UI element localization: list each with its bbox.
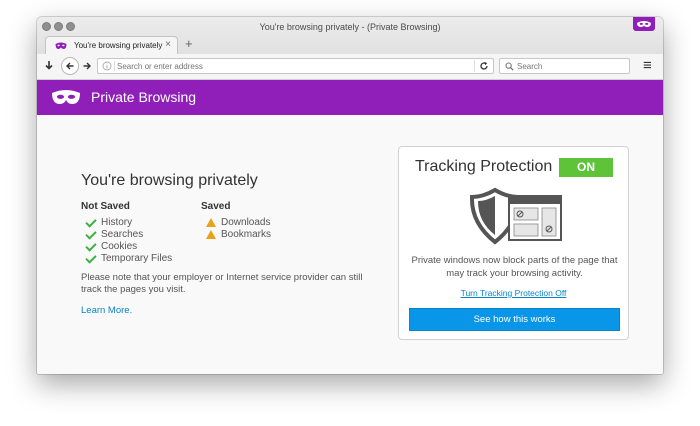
learn-more-link[interactable]: Learn More.: [81, 305, 132, 316]
turn-off-tracking-protection-link[interactable]: Turn Tracking Protection Off: [399, 288, 628, 298]
tracking-note: Please note that your employer or Intern…: [81, 272, 363, 295]
mask-icon: [52, 90, 80, 104]
check-icon: [85, 216, 97, 228]
forward-icon[interactable]: [82, 61, 92, 71]
mask-icon: [637, 21, 651, 27]
back-button[interactable]: [61, 57, 79, 75]
saved-heading: Saved: [201, 201, 231, 212]
url-input[interactable]: [117, 61, 457, 71]
see-how-this-works-button[interactable]: See how this works: [409, 308, 620, 331]
not-saved-heading: Not Saved: [81, 201, 130, 212]
window-title: You're browsing privately - (Private Bro…: [259, 22, 441, 32]
tracking-description: Private windows now block parts of the p…: [411, 255, 618, 279]
hamburger-menu-icon[interactable]: ≡: [643, 57, 652, 75]
browser-window: You're browsing privately - (Private Bro…: [37, 17, 663, 374]
saved-item: Bookmarks: [221, 229, 272, 240]
search-icon: [505, 62, 514, 71]
back-icon: [66, 62, 74, 70]
search-bar[interactable]: [499, 58, 630, 74]
check-icon: [85, 228, 97, 240]
url-bar[interactable]: [97, 58, 494, 74]
not-saved-item: Cookies: [101, 241, 138, 252]
not-saved-item: Searches: [101, 229, 144, 240]
warning-icon: [206, 218, 216, 227]
mask-icon: [55, 42, 67, 49]
check-icon: [85, 240, 97, 252]
tab-private-browsing[interactable]: You're browsing privately ×: [45, 36, 178, 55]
info-icon[interactable]: [102, 61, 112, 71]
page-content: You're browsing privately Not Saved Hist…: [37, 115, 663, 374]
new-tab-button[interactable]: +: [185, 36, 193, 52]
warning-icon: [206, 230, 216, 239]
tracking-status-badge: ON: [559, 158, 613, 177]
reload-icon[interactable]: [479, 61, 489, 71]
download-icon[interactable]: [44, 60, 54, 72]
page-title: You're browsing privately: [81, 172, 258, 189]
private-browsing-header: Private Browsing: [37, 80, 663, 115]
tab-title: You're browsing privately: [74, 41, 163, 50]
reload-separator: [474, 60, 475, 72]
search-input[interactable]: [517, 61, 622, 71]
private-browsing-title: Private Browsing: [91, 89, 197, 105]
not-saved-item: History: [101, 217, 133, 228]
close-tab-icon[interactable]: ×: [165, 39, 171, 50]
tracking-protection-title: Tracking Protection: [415, 158, 553, 175]
blocked-page-icon: [508, 195, 562, 241]
check-icon: [85, 252, 97, 264]
not-saved-item: Temporary Files: [101, 253, 173, 264]
tracking-protection-card: Tracking Protection ON Private windows n…: [398, 146, 629, 340]
saved-item: Downloads: [221, 217, 271, 228]
navigation-toolbar: ≡: [37, 54, 663, 80]
private-browsing-indicator: [633, 17, 655, 31]
url-separator: [114, 61, 115, 71]
